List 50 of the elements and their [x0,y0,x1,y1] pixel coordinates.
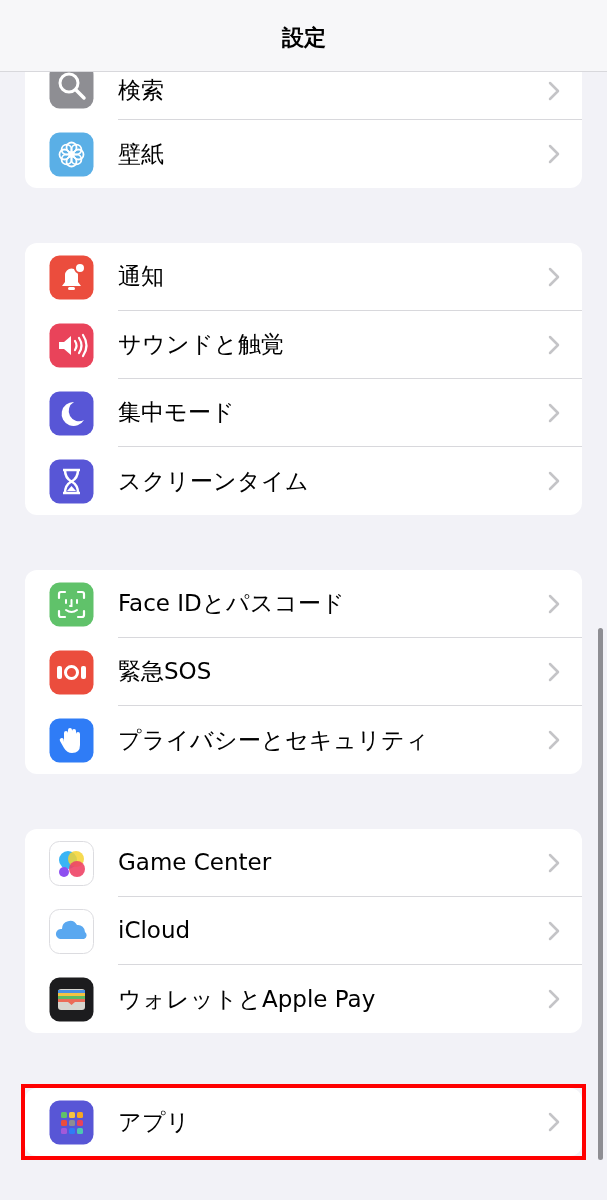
settings-row[interactable]: ウォレットとApple Pay [25,965,582,1033]
settings-row[interactable]: 集中モード [25,379,582,447]
row-label: 壁紙 [118,139,165,169]
row-label: ウォレットとApple Pay [118,984,377,1014]
settings-row[interactable]: プライバシーとセキュリティ [25,706,582,774]
chevron-icon [548,661,560,682]
row-label: 検索 [118,76,165,106]
chevron-icon [548,80,560,101]
chevron-icon [548,730,560,750]
row-label: 通知 [118,262,165,292]
row-label: iCloud [118,916,192,946]
settings-row[interactable]: 通知 [25,243,582,311]
settings-row[interactable]: iCloud [25,897,582,965]
bubbles-icon [49,840,94,886]
settings-row[interactable]: Game Center [25,829,582,897]
row-label: Face IDとパスコード [118,589,346,619]
cloud-icon [49,908,94,954]
row-label: 緊急SOS [118,657,213,687]
page-title: 設定 [281,24,326,52]
chevron-icon [548,471,560,491]
settings-row[interactable]: 壁紙 [25,120,582,188]
chevron-icon [548,852,560,873]
chevron-icon [548,989,560,1009]
hourglass-icon [49,458,94,504]
row-label: アプリ [118,1107,191,1137]
row-label: スクリーンタイム [118,466,310,496]
bell-icon [49,254,94,300]
row-label: Game Center [118,848,273,878]
chevron-icon [548,920,560,941]
chevron-icon [548,266,560,287]
settings-row[interactable]: 緊急SOS [25,638,582,706]
settings-row[interactable]: サウンドと触覚 [25,311,582,379]
flower-icon [49,131,94,177]
wallet-icon [49,976,94,1022]
settings-row[interactable]: Face IDとパスコード [25,570,582,638]
hand-icon [49,717,94,763]
settings-row[interactable]: アプリ [25,1088,582,1156]
speaker-icon [49,322,94,368]
chevron-icon [548,1112,560,1132]
chevron-icon [548,334,560,355]
moon-icon [49,390,94,436]
chevron-icon [548,402,560,423]
chevron-icon [548,144,560,164]
row-label: サウンドと触覚 [118,330,285,360]
app-grid-icon [49,1099,94,1145]
settings-row[interactable]: スクリーンタイム [25,447,582,515]
face-scan-icon [49,581,94,627]
row-label: プライバシーとセキュリティ [118,725,430,755]
row-label: 集中モード [118,398,236,428]
chevron-icon [548,593,560,614]
